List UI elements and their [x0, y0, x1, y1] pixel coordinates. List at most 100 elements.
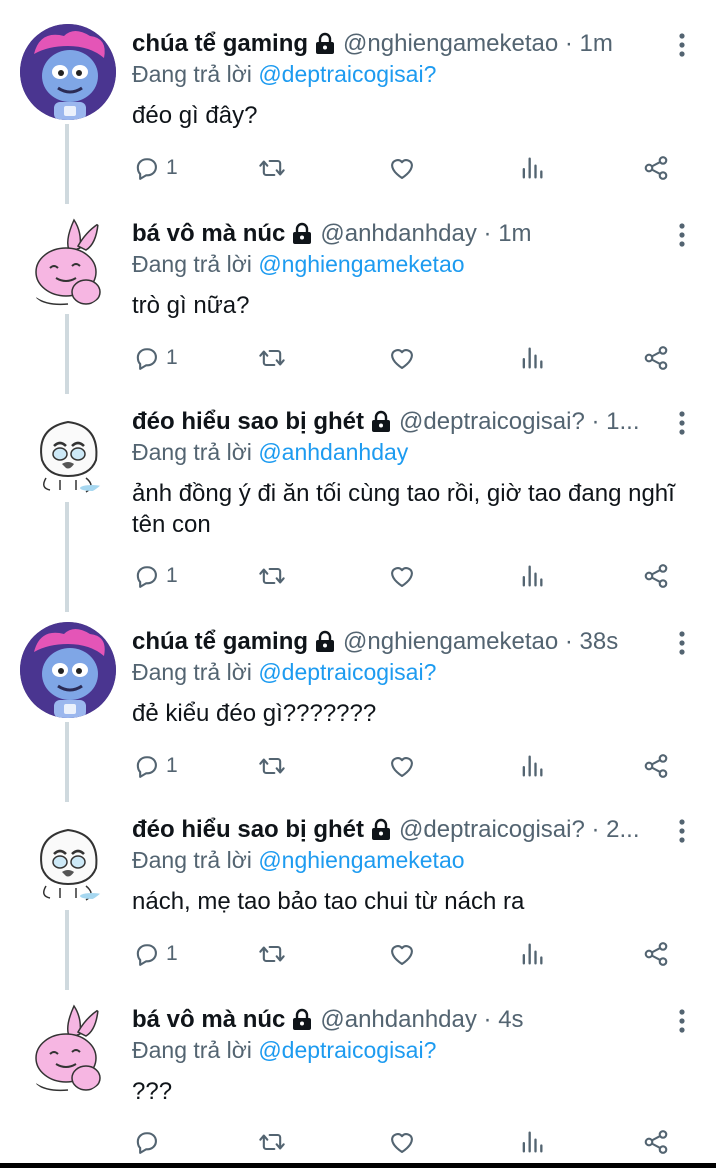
retweet-icon: [258, 1128, 286, 1156]
tweet-text: nách, mẹ tao bảo tao chui từ nách ra: [132, 888, 525, 915]
lock-icon: [313, 32, 337, 56]
retweet-icon: [258, 154, 286, 182]
more-options-icon[interactable]: [676, 630, 688, 656]
mention-link[interactable]: @deptraicogisai?: [258, 659, 436, 685]
tweet[interactable]: chúa tể gaming @nghiengameketao · 1m Đan…: [0, 24, 716, 194]
share-button[interactable]: [642, 1124, 670, 1160]
handle-and-time[interactable]: @anhdanhday · 1m: [320, 216, 531, 252]
more-options-icon[interactable]: [676, 32, 688, 58]
heart-icon: [388, 1128, 416, 1156]
lock-icon: [290, 222, 314, 246]
mention-link[interactable]: @deptraicogisai?: [258, 61, 436, 87]
heart-icon: [388, 344, 416, 372]
tweet[interactable]: bá vô mà núc @anhdanhday · 4s Đang trả l…: [0, 1000, 716, 1162]
share-button[interactable]: [642, 748, 670, 784]
reply-button[interactable]: 1: [132, 150, 178, 186]
lock-icon: [369, 410, 393, 434]
views-button[interactable]: [518, 936, 546, 972]
handle-and-time[interactable]: @nghiengameketao · 38s: [343, 624, 618, 660]
tweet[interactable]: bá vô mà núc @anhdanhday · 1m Đang trả l…: [0, 214, 716, 384]
retweet-button[interactable]: [258, 1124, 286, 1160]
more-options-icon[interactable]: [676, 410, 688, 436]
display-name[interactable]: bá vô mà núc: [132, 216, 285, 252]
views-button[interactable]: [518, 1124, 546, 1160]
lock-icon: [369, 818, 393, 842]
stats-icon: [518, 940, 546, 968]
handle-and-time[interactable]: @deptraicogisai? · 2...: [399, 812, 639, 848]
tweet-actions: 1: [132, 150, 692, 186]
avatar[interactable]: [20, 622, 116, 718]
reply-button[interactable]: 1: [132, 558, 178, 594]
replying-to: Đang trả lời @anhdanhday: [132, 439, 409, 465]
like-button[interactable]: [388, 1124, 416, 1160]
like-button[interactable]: [388, 936, 416, 972]
like-button[interactable]: [388, 340, 416, 376]
reply-button[interactable]: 1: [132, 748, 178, 784]
tweet-text: đẻ kiểu đéo gì???????: [132, 700, 377, 727]
lock-icon: [290, 1008, 314, 1032]
replying-to: Đang trả lời @nghiengameketao: [132, 251, 465, 277]
more-options-icon[interactable]: [676, 222, 688, 248]
tweet-header: bá vô mà núc @anhdanhday · 4s: [132, 1002, 666, 1038]
retweet-icon: [258, 940, 286, 968]
like-button[interactable]: [388, 748, 416, 784]
avatar[interactable]: [20, 402, 116, 498]
share-button[interactable]: [642, 150, 670, 186]
tweet[interactable]: đéo hiểu sao bị ghét @deptraicogisai? · …: [0, 402, 716, 602]
replying-to: Đang trả lời @deptraicogisai?: [132, 61, 437, 87]
more-options-icon[interactable]: [676, 1008, 688, 1034]
display-name[interactable]: chúa tể gaming: [132, 624, 308, 660]
tweet-actions: 1: [132, 558, 692, 594]
share-button[interactable]: [642, 340, 670, 376]
reply-button[interactable]: 1: [132, 936, 178, 972]
avatar[interactable]: [20, 810, 116, 906]
like-button[interactable]: [388, 558, 416, 594]
views-button[interactable]: [518, 558, 546, 594]
reply-button[interactable]: [132, 1124, 166, 1160]
display-name[interactable]: bá vô mà núc: [132, 1002, 285, 1038]
display-name[interactable]: chúa tể gaming: [132, 26, 308, 62]
avatar[interactable]: [20, 214, 116, 310]
reply-count: 1: [166, 754, 178, 777]
handle-and-time[interactable]: @anhdanhday · 4s: [320, 1002, 523, 1038]
more-options-icon[interactable]: [676, 818, 688, 844]
mention-link[interactable]: @nghiengameketao: [258, 251, 464, 277]
reply-icon: [132, 344, 160, 372]
mention-link[interactable]: @deptraicogisai?: [258, 1037, 436, 1063]
retweet-button[interactable]: [258, 150, 286, 186]
share-button[interactable]: [642, 936, 670, 972]
display-name[interactable]: đéo hiểu sao bị ghét: [132, 812, 364, 848]
share-icon: [642, 1128, 670, 1156]
views-button[interactable]: [518, 340, 546, 376]
avatar[interactable]: [20, 24, 116, 120]
handle-and-time[interactable]: @deptraicogisai? · 1...: [399, 404, 639, 440]
reply-icon: [132, 562, 160, 590]
retweet-button[interactable]: [258, 936, 286, 972]
bottom-divider: [0, 1163, 716, 1168]
tweet[interactable]: chúa tể gaming @nghiengameketao · 38s Đa…: [0, 622, 716, 792]
tweet-actions: 1: [132, 936, 692, 972]
views-button[interactable]: [518, 150, 546, 186]
display-name[interactable]: đéo hiểu sao bị ghét: [132, 404, 364, 440]
stats-icon: [518, 1128, 546, 1156]
heart-icon: [388, 154, 416, 182]
mention-link[interactable]: @nghiengameketao: [258, 847, 464, 873]
tweet-actions: [132, 1124, 692, 1160]
retweet-button[interactable]: [258, 558, 286, 594]
like-button[interactable]: [388, 150, 416, 186]
tweet-text: ảnh đồng ý đi ăn tối cùng tao rồi, giờ t…: [132, 480, 675, 538]
handle-and-time[interactable]: @nghiengameketao · 1m: [343, 26, 613, 62]
avatar[interactable]: [20, 1000, 116, 1096]
reply-count: 1: [166, 942, 178, 965]
stats-icon: [518, 562, 546, 590]
tweet-header: đéo hiểu sao bị ghét @deptraicogisai? · …: [132, 812, 666, 848]
views-button[interactable]: [518, 748, 546, 784]
share-button[interactable]: [642, 558, 670, 594]
reply-button[interactable]: 1: [132, 340, 178, 376]
retweet-button[interactable]: [258, 748, 286, 784]
tweet[interactable]: đéo hiểu sao bị ghét @deptraicogisai? · …: [0, 810, 716, 980]
retweet-button[interactable]: [258, 340, 286, 376]
reply-icon: [132, 940, 160, 968]
replying-to: Đang trả lời @deptraicogisai?: [132, 1037, 437, 1063]
mention-link[interactable]: @anhdanhday: [258, 439, 408, 465]
